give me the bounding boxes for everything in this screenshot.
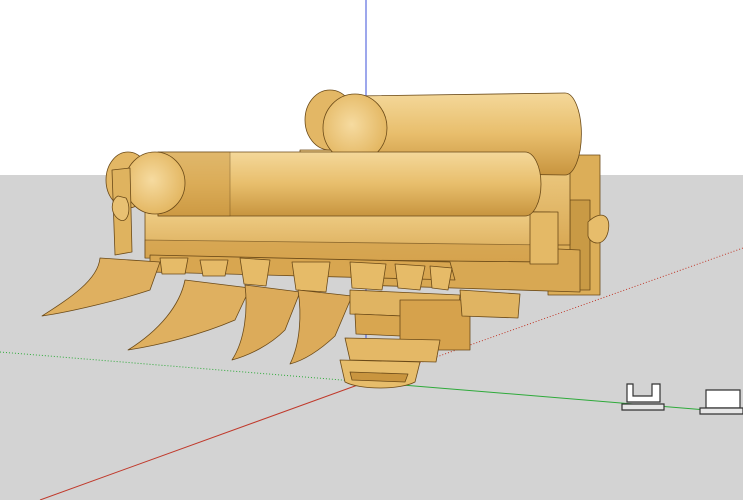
model-scene[interactable] — [0, 0, 743, 500]
scale-figure-2[interactable] — [699, 389, 743, 415]
sketchup-3d-viewport[interactable] — [0, 0, 743, 500]
front-log-end — [124, 151, 186, 215]
